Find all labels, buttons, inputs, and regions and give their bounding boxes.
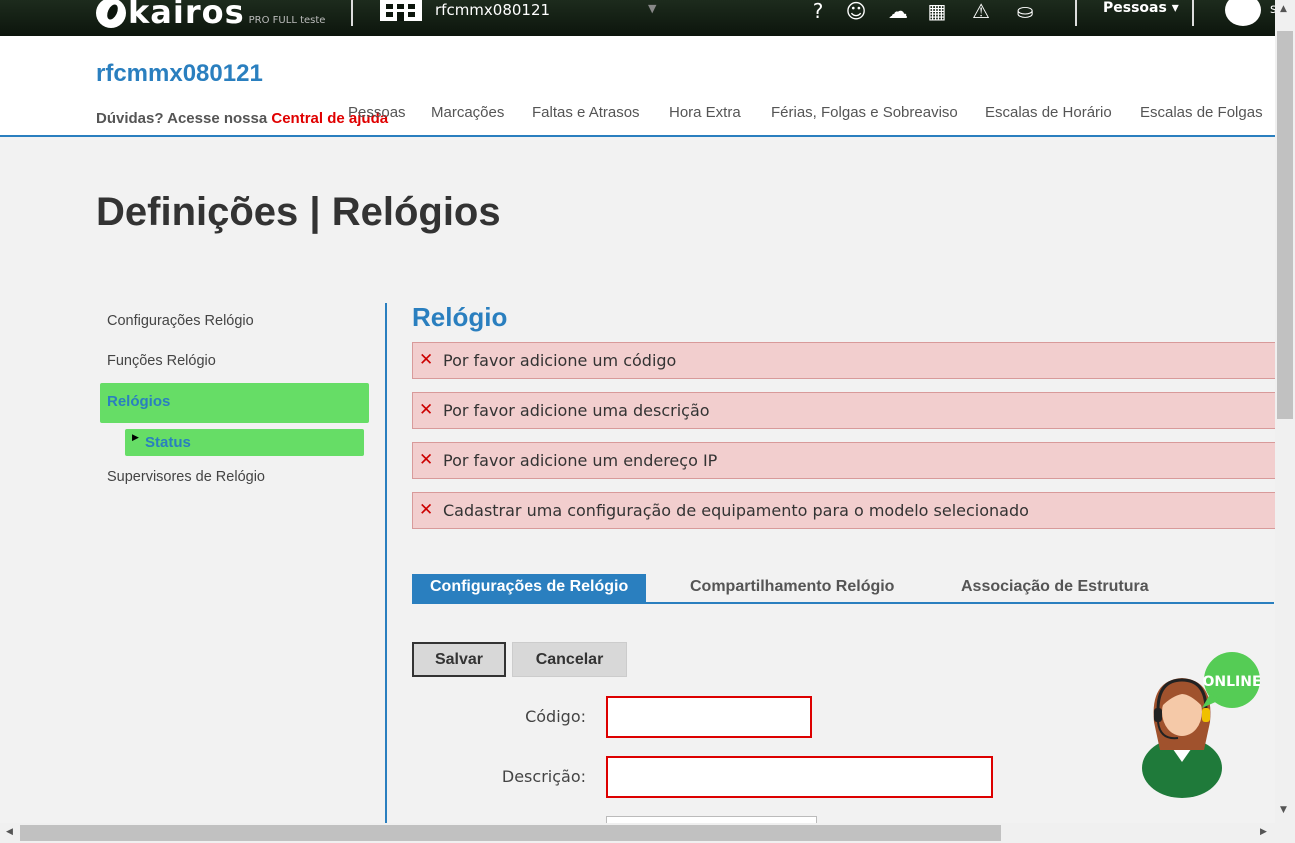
- error-text: Cadastrar uma configuração de equipament…: [443, 501, 1029, 520]
- avatar[interactable]: [1225, 0, 1261, 26]
- codigo-label: Código:: [525, 707, 586, 726]
- scroll-right-arrow-icon[interactable]: ▶: [1260, 827, 1267, 837]
- sidebar-item-configuracoes-relogio[interactable]: Configurações Relógio: [107, 313, 254, 329]
- calculator-icon[interactable]: ▦: [924, 0, 950, 26]
- scroll-up-arrow-icon[interactable]: ▲: [1280, 4, 1287, 14]
- error-icon: ✕: [419, 350, 434, 370]
- tab-compartilhamento-relogio[interactable]: Compartilhamento Relógio: [672, 574, 912, 602]
- error-icon: ✕: [419, 400, 434, 420]
- chevron-down-icon[interactable]: ▼: [648, 2, 656, 15]
- next-field-input[interactable]: [606, 816, 817, 823]
- nav-marcacoes[interactable]: Marcações: [431, 104, 504, 121]
- building-icon: [380, 0, 422, 21]
- nav-ferias-folgas[interactable]: Férias, Folgas e Sobreaviso: [771, 104, 958, 121]
- help-text: Dúvidas? Acesse nossa Central de ajuda: [96, 110, 388, 127]
- chevron-down-icon: ▾: [1171, 0, 1179, 16]
- divider: [351, 0, 353, 26]
- error-icon: ✕: [419, 450, 434, 470]
- horizontal-scrollbar[interactable]: ◀ ▶: [0, 823, 1295, 843]
- error-message: ✕ Por favor adicione uma descrição: [412, 392, 1282, 429]
- logo-subtitle: PRO FULL teste: [248, 15, 326, 26]
- tab-associacao-estrutura[interactable]: Associação de Estrutura: [943, 574, 1167, 602]
- nav-hora-extra[interactable]: Hora Extra: [669, 104, 741, 121]
- nav-escalas-folgas[interactable]: Escalas de Folgas: [1140, 104, 1263, 121]
- section-title: Relógio: [412, 302, 508, 332]
- kairos-logo-icon: [96, 0, 126, 28]
- nav-escalas-horario[interactable]: Escalas de Horário: [985, 104, 1112, 121]
- online-support-widget[interactable]: ONLINE: [1140, 650, 1260, 800]
- tabs-underline: [412, 602, 1274, 604]
- online-badge-text: ONLINE: [1202, 674, 1260, 690]
- page-title: Definições | Relógios: [96, 190, 501, 234]
- sidebar-subitem-status[interactable]: ▶ Status: [125, 429, 364, 456]
- error-icon: ✕: [419, 500, 434, 520]
- kairos-logo[interactable]: kairos PRO FULL teste: [96, 0, 325, 34]
- sidebar-divider: [385, 303, 387, 823]
- sidebar-item-supervisores[interactable]: Supervisores de Relógio: [107, 469, 265, 485]
- help-prefix: Dúvidas? Acesse nossa: [96, 110, 268, 127]
- scroll-left-arrow-icon[interactable]: ◀: [6, 827, 13, 837]
- error-message: ✕ Por favor adicione um endereço IP: [412, 442, 1282, 479]
- vertical-scrollbar[interactable]: ▲ ▼: [1275, 0, 1295, 823]
- logo-text: kairos: [128, 0, 245, 31]
- page-header: rfcmmx080121 Dúvidas? Acesse nossa Centr…: [0, 36, 1275, 137]
- cancel-button[interactable]: Cancelar: [512, 642, 627, 677]
- help-icon[interactable]: ?: [805, 0, 831, 26]
- descricao-label: Descrição:: [501, 767, 586, 786]
- error-message: ✕ Por favor adicione um código: [412, 342, 1282, 379]
- sidebar-item-relogios[interactable]: Relógios: [100, 383, 369, 423]
- sidebar-item-label: Relógios: [107, 393, 171, 410]
- chat-support-icon[interactable]: ☺: [843, 0, 869, 26]
- cloud-download-icon[interactable]: ☁: [885, 0, 911, 26]
- inbox-icon[interactable]: ⛀: [1012, 0, 1038, 26]
- descricao-input[interactable]: [606, 756, 993, 798]
- pessoas-menu[interactable]: Pessoas ▾: [1103, 0, 1179, 16]
- nav-faltas-atrasos[interactable]: Faltas e Atrasos: [532, 104, 640, 121]
- error-text: Por favor adicione um código: [443, 351, 677, 370]
- scroll-down-arrow-icon[interactable]: ▼: [1280, 805, 1287, 815]
- divider: [1075, 0, 1077, 26]
- sidebar-item-funcoes-relogio[interactable]: Funções Relógio: [107, 353, 216, 369]
- scrollbar-thumb[interactable]: [1277, 31, 1293, 419]
- company-selector[interactable]: rfcmmx080121: [435, 1, 550, 19]
- sidebar-subitem-label: Status: [145, 434, 191, 451]
- save-button[interactable]: Salvar: [412, 642, 506, 677]
- company-title: rfcmmx080121: [96, 60, 263, 87]
- pessoas-label: Pessoas: [1103, 0, 1167, 16]
- top-bar: kairos PRO FULL teste rfcmmx080121 ▼ ? ☺…: [0, 0, 1277, 36]
- error-text: Por favor adicione uma descrição: [443, 401, 710, 420]
- nav-pessoas[interactable]: Pessoas: [348, 104, 406, 121]
- caret-right-icon: ▶: [132, 433, 139, 443]
- tab-configuracoes-relogio[interactable]: Configurações de Relógio: [412, 574, 647, 602]
- error-message: ✕ Cadastrar uma configuração de equipame…: [412, 492, 1282, 529]
- codigo-input[interactable]: [606, 696, 812, 738]
- warning-icon[interactable]: ⚠: [968, 0, 994, 26]
- error-text: Por favor adicione um endereço IP: [443, 451, 718, 470]
- scrollbar-thumb[interactable]: [20, 825, 1001, 841]
- divider: [1192, 0, 1194, 26]
